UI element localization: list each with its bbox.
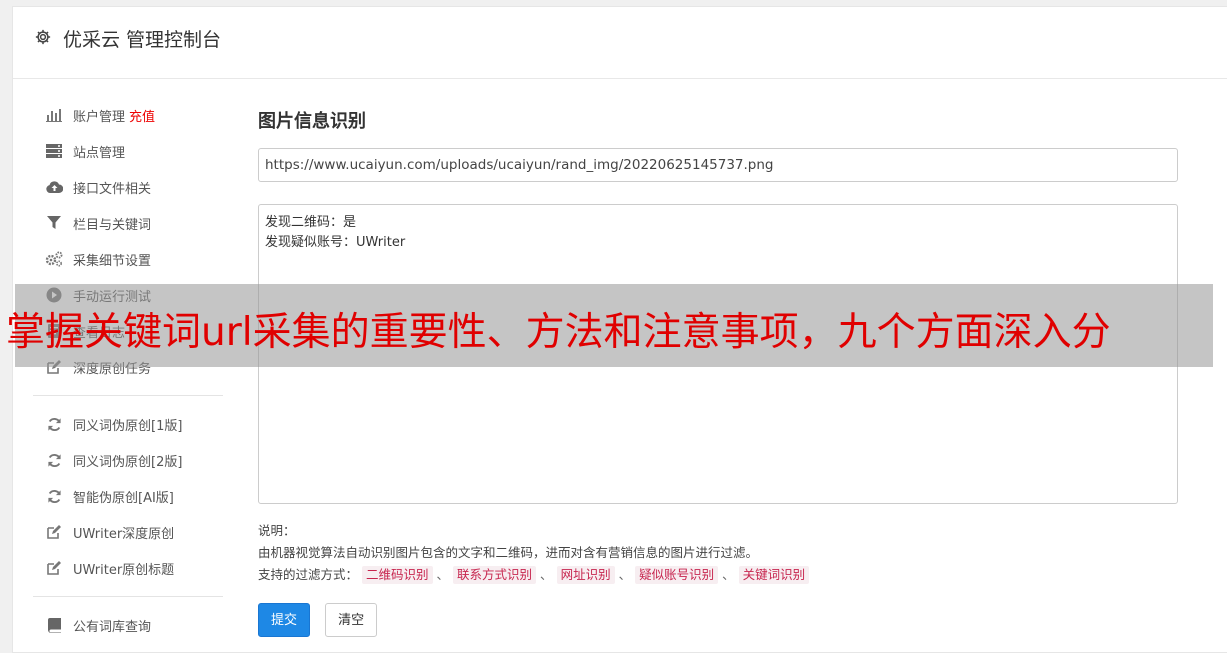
server-icon (45, 142, 63, 160)
recharge-link[interactable]: 充值 (129, 106, 155, 125)
sidebar-divider (33, 596, 223, 597)
tag-separator: 、 (618, 567, 632, 582)
page-header: 优采云 管理控制台 (13, 7, 1227, 79)
filter-label: 支持的过滤方式： (258, 567, 359, 582)
sidebar-item[interactable]: 同义词伪原创[1版] (33, 406, 223, 442)
sidebar-item[interactable]: 采集细节设置 (33, 241, 223, 277)
sidebar-item[interactable]: 接口文件相关 (33, 169, 223, 205)
sidebar-divider (33, 395, 223, 396)
tag-separator: 、 (436, 567, 450, 582)
page-title: 优采云 管理控制台 (63, 29, 222, 51)
refresh-icon (45, 451, 63, 469)
bar-chart-icon (45, 106, 63, 124)
filter-tag: 二维码识别 (362, 566, 433, 584)
sidebar-item[interactable]: 公有词库查询 (33, 607, 223, 643)
edit-icon (45, 559, 63, 577)
edit-icon (45, 523, 63, 541)
section-title: 图片信息识别 (258, 111, 366, 132)
sidebar-item-label: 栏目与关键词 (73, 217, 152, 233)
description: 说明： 由机器视觉算法自动识别图片包含的文字和二维码，进而对含有营销信息的图片进… (258, 520, 810, 586)
filter-methods: 支持的过滤方式： 二维码识别、联系方式识别、网址识别、疑似账号识别、关键词识别 (258, 564, 810, 586)
sidebar-item-label: 同义词伪原创[2版] (73, 454, 183, 470)
image-url-input[interactable] (258, 148, 1178, 182)
sidebar-item-label: 采集细节设置 (73, 253, 152, 269)
refresh-icon (45, 415, 63, 433)
cogs-icon (45, 250, 63, 268)
sidebar-item-label: UWriter原创标题 (73, 562, 175, 578)
sidebar: 账户管理充值站点管理接口文件相关栏目与关键词采集细节设置手动运行测试查看日志深度… (33, 97, 223, 643)
sidebar-item-label: 公有词库查询 (73, 619, 152, 635)
sidebar-item-label: 智能伪原创[AI版] (73, 490, 174, 506)
clear-button[interactable]: 清空 (325, 603, 378, 637)
filter-tag: 关键词识别 (738, 566, 810, 584)
sidebar-item-label: UWriter深度原创 (73, 526, 175, 542)
refresh-icon (45, 487, 63, 505)
filter-tag: 网址识别 (556, 566, 615, 584)
sidebar-item[interactable]: 账户管理 充值 (33, 97, 223, 133)
sidebar-item-label: 接口文件相关 (73, 181, 152, 197)
sidebar-item-label: 站点管理 (73, 145, 126, 161)
gear-icon (35, 29, 51, 45)
cloud-upload-icon (45, 178, 63, 196)
tag-separator: 、 (540, 567, 553, 582)
overlay-headline: 掌握关键词url采集的重要性、方法和注意事项，九个方面深入分 (6, 310, 1111, 355)
filter-tag: 疑似账号识别 (635, 566, 719, 584)
book-icon (45, 616, 63, 634)
filter-icon (45, 214, 63, 232)
sidebar-item-label: 同义词伪原创[1版] (73, 418, 183, 434)
result-line: 发现二维码：是 (265, 215, 357, 230)
description-text: 由机器视觉算法自动识别图片包含的文字和二维码，进而对含有营销信息的图片进行过滤。 (258, 545, 759, 560)
tag-separator: 、 (722, 567, 735, 582)
sidebar-item[interactable]: UWriter深度原创 (33, 514, 223, 550)
sidebar-item-label: 账户管理 (73, 109, 126, 125)
submit-button[interactable]: 提交 (258, 603, 311, 637)
main-content: 图片信息识别 发现二维码：是 发现疑似账号：UWriter 说明： 由机器视觉算… (258, 107, 1178, 637)
sidebar-item[interactable]: 同义词伪原创[2版] (33, 442, 223, 478)
sidebar-item[interactable]: UWriter原创标题 (33, 550, 223, 586)
sidebar-item[interactable]: 栏目与关键词 (33, 205, 223, 241)
filter-tag: 联系方式识别 (453, 566, 537, 584)
sidebar-item[interactable]: 智能伪原创[AI版] (33, 478, 223, 514)
sidebar-item[interactable]: 站点管理 (33, 133, 223, 169)
description-label: 说明： (258, 523, 296, 538)
result-line: 发现疑似账号：UWriter (265, 235, 406, 250)
button-row: 提交 清空 (258, 603, 387, 637)
